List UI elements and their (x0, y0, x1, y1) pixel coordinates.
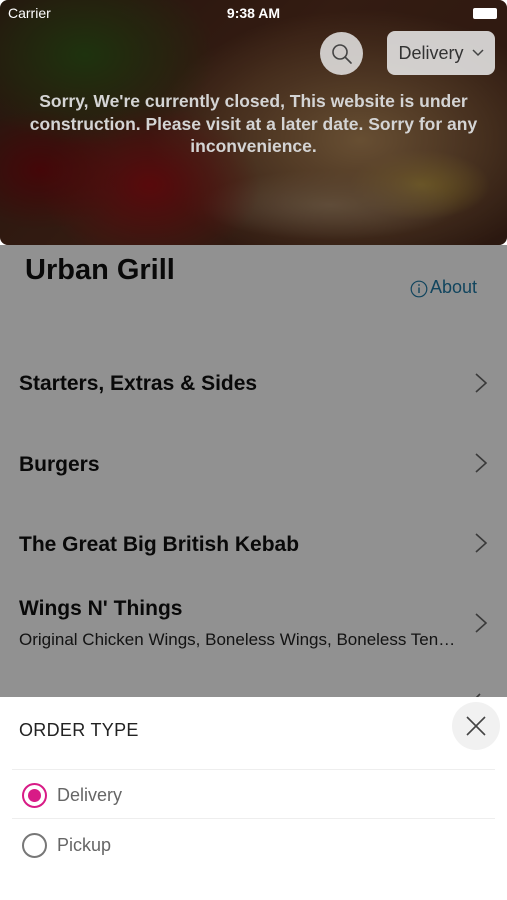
order-type-dropdown-label: Delivery (398, 42, 464, 63)
order-option-delivery[interactable]: Delivery (0, 775, 507, 815)
closed-message: Sorry, We're currently closed, This webs… (29, 91, 478, 156)
divider (12, 818, 495, 819)
order-type-sheet: ORDER TYPE Delivery Pickup (0, 697, 507, 900)
status-time: 9:38 AM (226, 5, 281, 21)
search-button[interactable] (320, 32, 363, 75)
order-option-pickup[interactable]: Pickup (0, 825, 507, 865)
close-button[interactable] (452, 702, 500, 750)
order-type-dropdown[interactable]: Delivery (387, 31, 495, 75)
carrier-label: Carrier (8, 5, 51, 21)
option-label: Delivery (57, 785, 123, 805)
close-icon (466, 716, 486, 736)
modal-backdrop[interactable] (0, 245, 507, 697)
status-bar: Carrier 9:38 AM (0, 0, 507, 26)
sheet-title: ORDER TYPE (19, 720, 139, 740)
battery-icon (473, 8, 497, 19)
radio-unselected[interactable] (22, 833, 47, 858)
option-label: Pickup (57, 835, 112, 855)
divider (12, 769, 495, 770)
chevron-down-icon (471, 49, 484, 57)
radio-selected[interactable] (22, 783, 47, 808)
search-icon (331, 43, 352, 64)
